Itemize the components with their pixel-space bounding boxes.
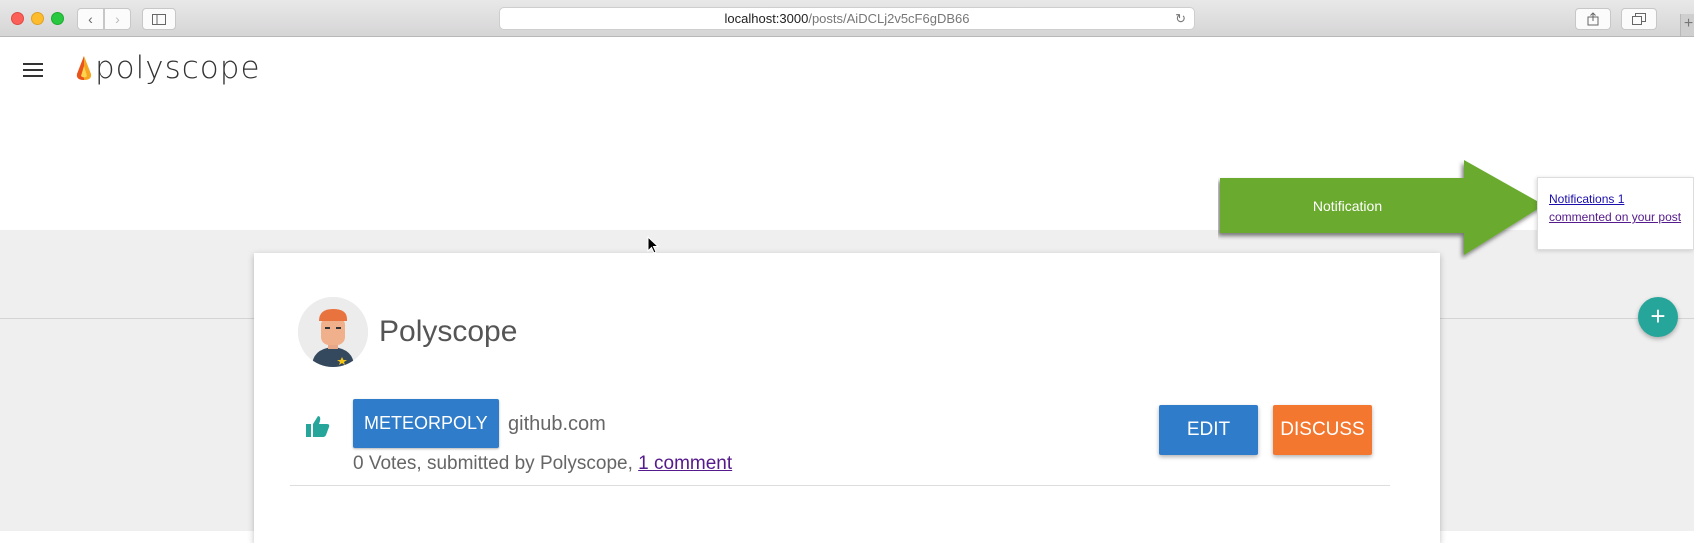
notifications-link[interactable]: Notifications 1: [1549, 192, 1624, 206]
reload-icon[interactable]: ↻: [1175, 8, 1186, 30]
sidebar-icon: [152, 13, 166, 25]
share-icon: [1587, 12, 1599, 26]
zoom-window-button[interactable]: [51, 12, 64, 25]
mouse-cursor-icon: [647, 236, 659, 254]
url-host: localhost:3000: [724, 11, 809, 26]
notification-arrow-label: Notification: [1312, 198, 1383, 214]
thumbs-up-icon[interactable]: [306, 415, 330, 437]
url-path: /posts/AiDCLj2v5cF6gDB66: [808, 11, 970, 26]
back-button[interactable]: ‹: [77, 8, 104, 30]
share-button[interactable]: [1575, 8, 1611, 30]
tabs-icon: [1632, 13, 1646, 25]
menu-icon[interactable]: [23, 63, 43, 79]
flame-logo-icon: [76, 56, 92, 80]
author-name[interactable]: Polyscope: [379, 315, 517, 349]
close-window-button[interactable]: [11, 12, 24, 25]
address-bar[interactable]: localhost:3000/posts/AiDCLj2v5cF6gDB66 ↻: [499, 7, 1195, 30]
chevron-left-icon: ‹: [88, 11, 93, 27]
chevron-right-icon: ›: [115, 11, 120, 27]
post-card: Polyscope METEORPOLY github.com 0 Votes,…: [254, 253, 1440, 543]
post-meta-text: 0 Votes, submitted by Polyscope,: [353, 453, 639, 474]
notification-item-link[interactable]: commented on your post: [1549, 210, 1681, 224]
forward-button[interactable]: ›: [104, 8, 131, 30]
discuss-button[interactable]: DISCUSS: [1273, 405, 1372, 455]
card-divider: [290, 485, 1390, 486]
post-domain: github.com: [508, 413, 606, 435]
comments-link[interactable]: 1 comment: [638, 453, 732, 474]
new-tab-button[interactable]: +: [1680, 14, 1694, 36]
category-button[interactable]: METEORPOLY: [353, 399, 499, 448]
browser-toolbar: ‹ › localhost:3000/posts/AiDCLj2v5cF6gDB…: [0, 0, 1694, 37]
sidebar-toggle-button[interactable]: [142, 8, 176, 30]
notification-popup: Notifications 1 commented on your post: [1537, 177, 1694, 250]
avatar[interactable]: [298, 297, 368, 367]
edit-button[interactable]: EDIT: [1159, 405, 1258, 455]
add-post-button[interactable]: +: [1638, 297, 1678, 337]
post-meta: 0 Votes, submitted by Polyscope, 1 comme…: [353, 453, 732, 475]
avatar-image: [298, 297, 368, 367]
show-tabs-button[interactable]: [1621, 8, 1657, 30]
logo[interactable]: polyscope: [73, 50, 261, 86]
minimize-window-button[interactable]: [31, 12, 44, 25]
logo-text: polyscope: [95, 50, 261, 86]
